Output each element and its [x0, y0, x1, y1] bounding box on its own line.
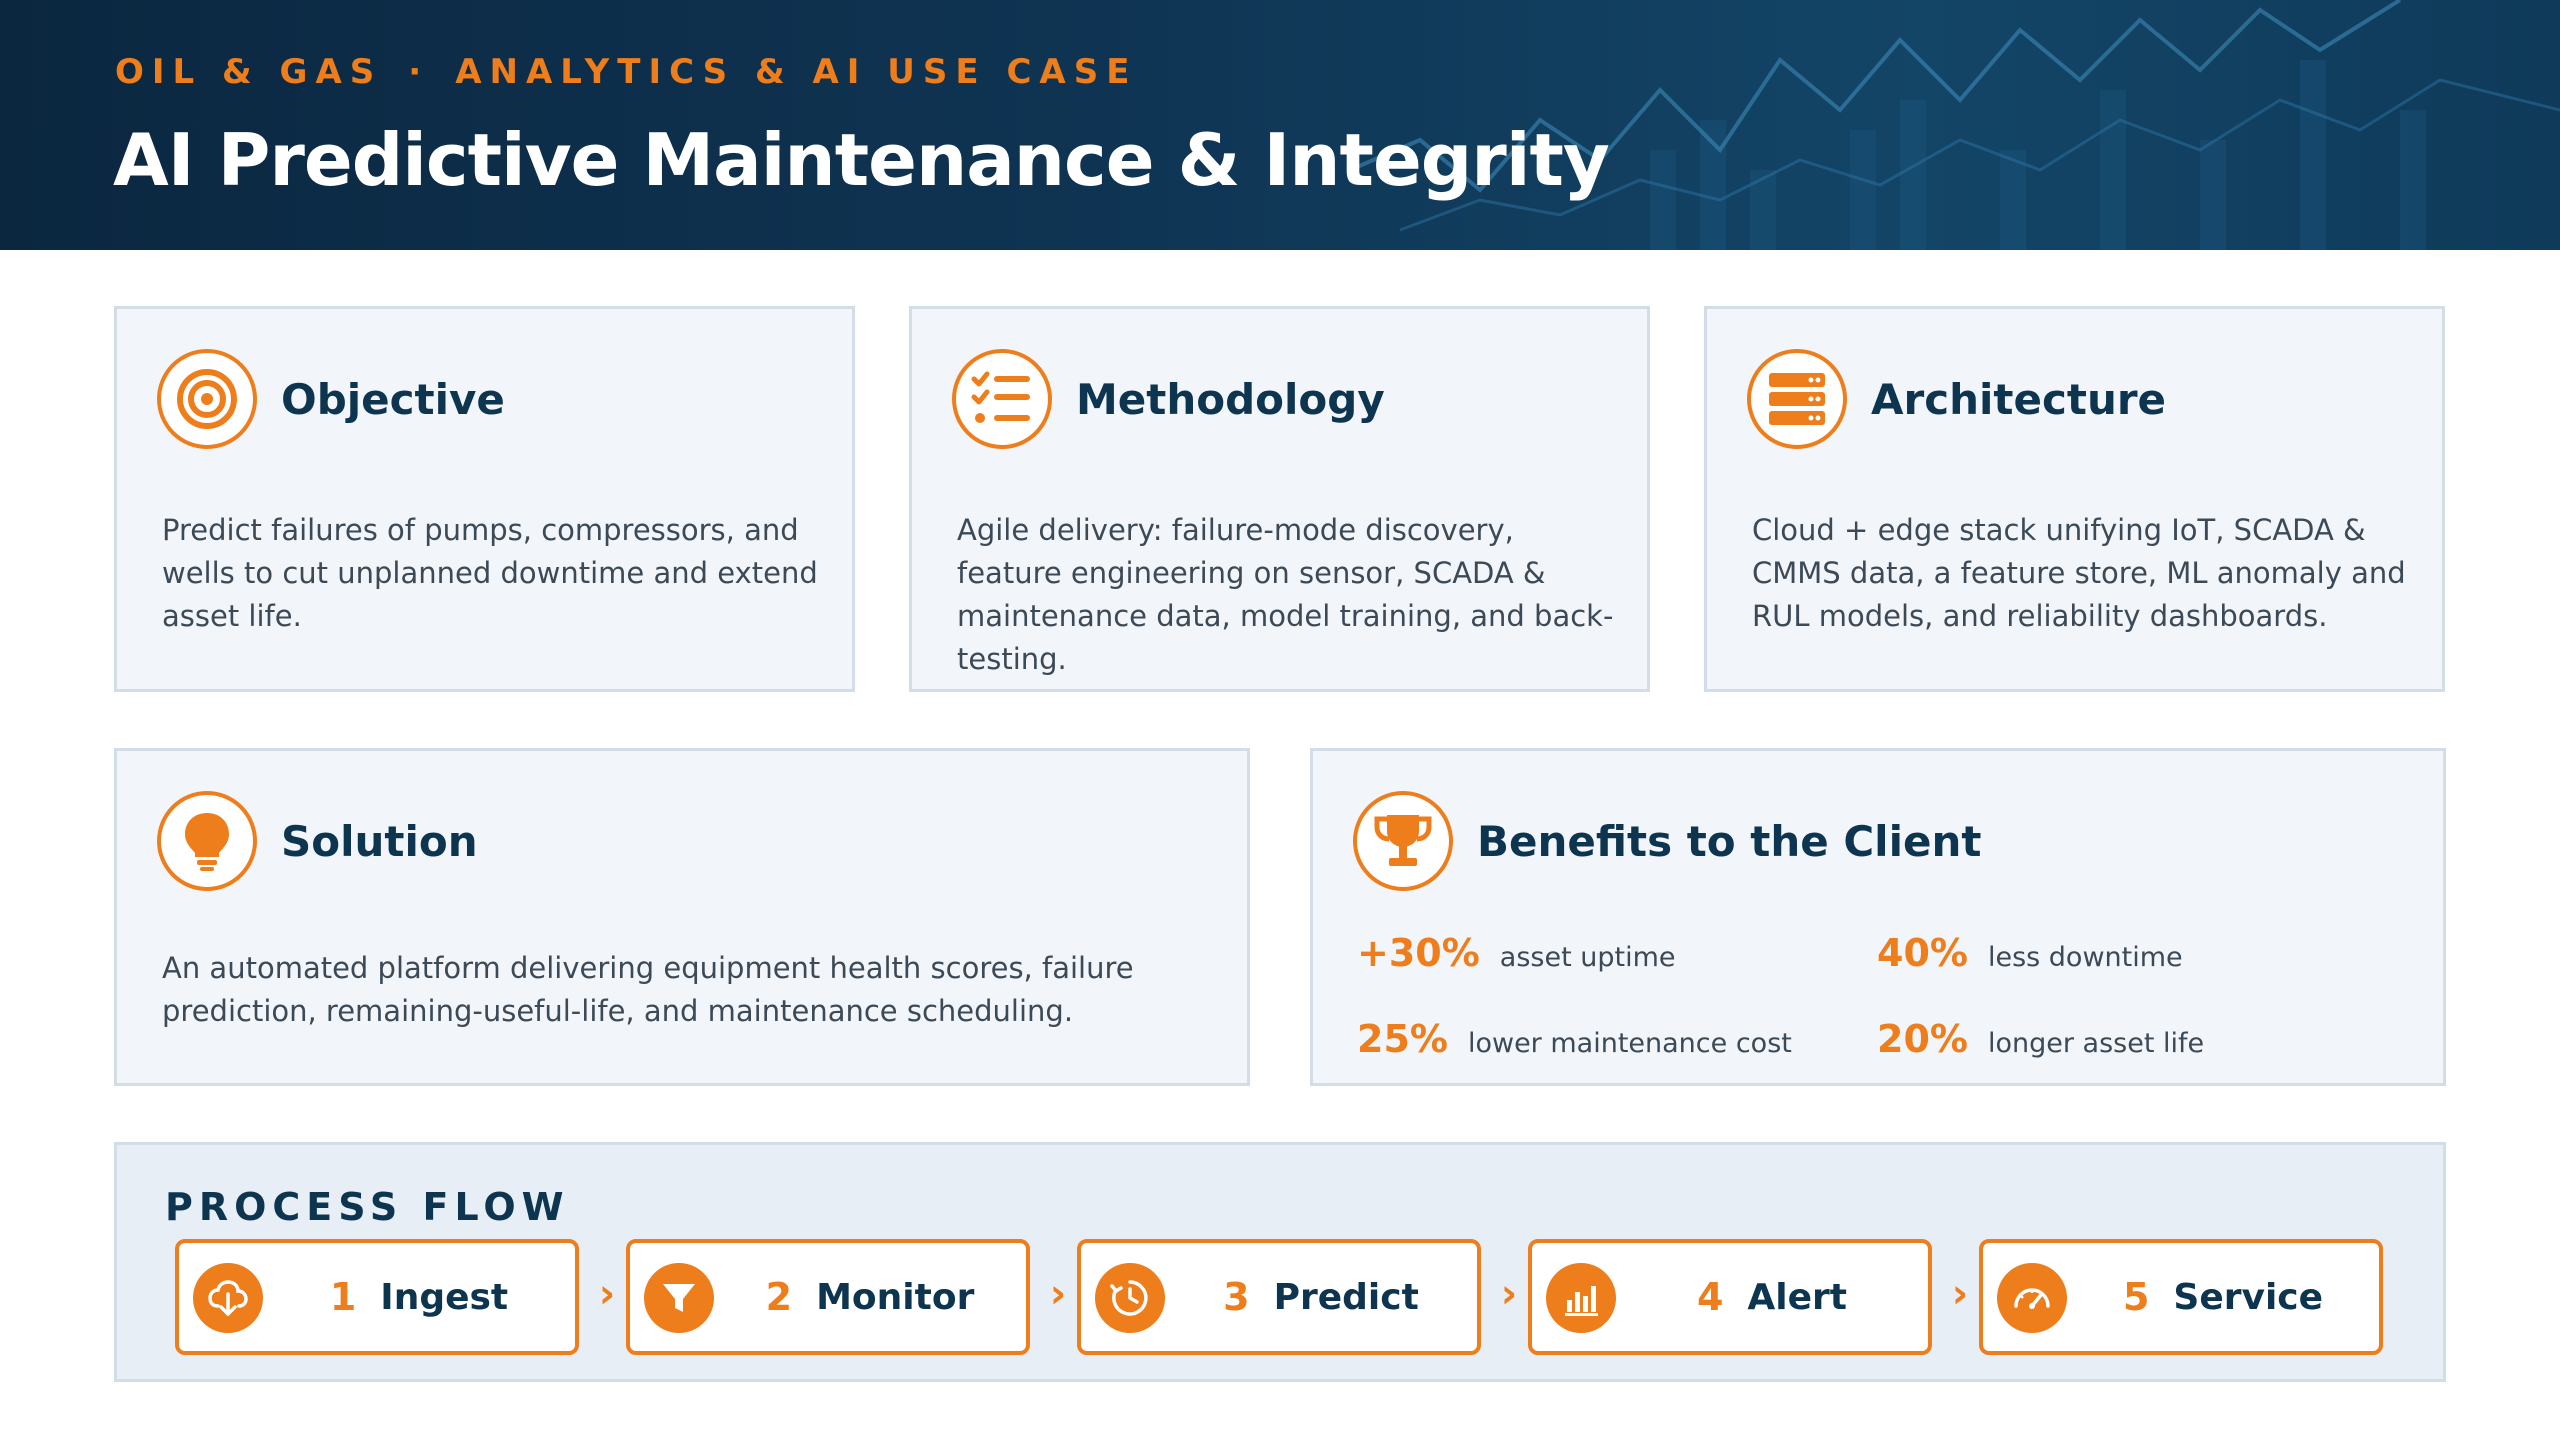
- objective-card-header: Objective: [157, 349, 505, 449]
- benefit-label: lower maintenance cost: [1467, 1028, 1792, 1059]
- solution-card-header: Solution: [157, 791, 478, 891]
- step-number: 2: [765, 1275, 793, 1319]
- architecture-card-header: Architecture: [1747, 349, 2166, 449]
- target-icon: [157, 349, 257, 449]
- step-label: Alert: [1747, 1276, 1848, 1318]
- step-text: 3 Predict: [1165, 1243, 1477, 1351]
- benefit-label: asset uptime: [1499, 942, 1676, 973]
- methodology-card-header: Methodology: [952, 349, 1385, 449]
- architecture-text: Cloud + edge stack unifying IoT, SCADA &…: [1752, 513, 2406, 633]
- eyebrow-separator: ·: [408, 52, 430, 92]
- benefit-item-maintenance-cost: 25% lower maintenance cost: [1357, 1017, 1792, 1061]
- architecture-title: Architecture: [1871, 374, 2167, 424]
- trophy-icon: [1353, 791, 1453, 891]
- flow-arrow: ›: [1049, 1271, 1067, 1317]
- cloud-download-icon: [193, 1263, 263, 1333]
- step-label: Monitor: [816, 1276, 975, 1318]
- gauge-icon: [1997, 1263, 2067, 1333]
- header-eyebrow: OIL & GAS · ANALYTICS & AI USE CASE: [115, 52, 1137, 92]
- benefits-title: Benefits to the Client: [1477, 816, 1982, 866]
- step-text: 2 Monitor: [714, 1243, 1026, 1351]
- architecture-card: Architecture Cloud + edge stack unifying…: [1704, 306, 2445, 692]
- lightbulb-icon: [157, 791, 257, 891]
- benefit-label: longer asset life: [1987, 1028, 2205, 1059]
- step-label: Predict: [1273, 1276, 1419, 1318]
- header-banner: OIL & GAS · ANALYTICS & AI USE CASE AI Pre…: [0, 0, 2560, 250]
- benefits-card: Benefits to the Client +30% asset uptime…: [1310, 748, 2446, 1086]
- flow-arrow: ›: [1500, 1271, 1518, 1317]
- process-step-predict: 3 Predict: [1077, 1239, 1481, 1355]
- bar-chart-icon: [1546, 1263, 1616, 1333]
- step-text: 1 Ingest: [263, 1243, 575, 1351]
- objective-text: Predict failures of pumps, compressors, …: [162, 513, 818, 633]
- benefit-value: 20%: [1877, 1017, 1968, 1061]
- step-number: 3: [1223, 1275, 1250, 1319]
- benefit-value: 40%: [1877, 931, 1968, 975]
- objective-title: Objective: [281, 374, 505, 424]
- solution-text: An automated platform delivering equipme…: [162, 951, 1134, 1028]
- eyebrow-category: ANALYTICS & AI USE CASE: [455, 52, 1138, 92]
- solution-card: Solution An automated platform deliverin…: [114, 748, 1250, 1086]
- step-text: 5 Service: [2067, 1243, 2379, 1351]
- step-label: Service: [2173, 1276, 2324, 1318]
- benefit-value: 25%: [1357, 1017, 1448, 1061]
- benefit-item-downtime: 40% less downtime: [1877, 931, 2183, 975]
- page-title: AI Predictive Maintenance & Integrity: [113, 118, 1610, 202]
- eyebrow-industry: OIL & GAS: [115, 52, 383, 92]
- process-step-alert: 4 Alert: [1528, 1239, 1932, 1355]
- step-number: 1: [329, 1275, 357, 1319]
- process-flow-title: PROCESS FLOW: [165, 1185, 570, 1229]
- methodology-card: Methodology Agile delivery: failure-mode…: [909, 306, 1650, 692]
- step-number: 5: [2122, 1275, 2150, 1319]
- flow-arrow: ›: [1951, 1271, 1969, 1317]
- objective-card: Objective Predict failures of pumps, com…: [114, 306, 855, 692]
- step-label: Ingest: [380, 1276, 509, 1318]
- solution-title: Solution: [281, 816, 478, 866]
- clock-icon: [1095, 1263, 1165, 1333]
- step-number: 4: [1696, 1275, 1724, 1319]
- checklist-icon: [952, 349, 1052, 449]
- process-flow-panel: PROCESS FLOW 1 Ingest › 2 Monitor › 3 Pr…: [114, 1142, 2446, 1382]
- server-stack-icon: [1747, 349, 1847, 449]
- methodology-text: Agile delivery: failure-mode discovery, …: [957, 513, 1614, 676]
- benefit-value: +30%: [1357, 931, 1480, 975]
- benefits-card-header: Benefits to the Client: [1353, 791, 1981, 891]
- filter-icon: [644, 1263, 714, 1333]
- benefit-item-uptime: +30% asset uptime: [1357, 931, 1676, 975]
- process-step-monitor: 2 Monitor: [626, 1239, 1030, 1355]
- methodology-title: Methodology: [1076, 374, 1385, 424]
- process-step-ingest: 1 Ingest: [175, 1239, 579, 1355]
- step-text: 4 Alert: [1616, 1243, 1928, 1351]
- flow-arrow: ›: [598, 1271, 616, 1317]
- process-step-service: 5 Service: [1979, 1239, 2383, 1355]
- benefit-label: less downtime: [1987, 942, 2183, 973]
- benefit-item-asset-life: 20% longer asset life: [1877, 1017, 2204, 1061]
